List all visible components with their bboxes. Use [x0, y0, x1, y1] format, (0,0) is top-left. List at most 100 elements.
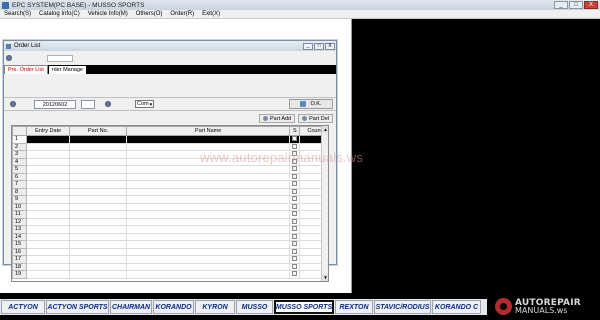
cell-entry-date[interactable] [26, 187, 71, 196]
ok-button[interactable]: O.K. [289, 99, 333, 109]
tab-pre-order-list[interactable]: Pre. Order List [4, 65, 48, 74]
cell-part-name[interactable] [126, 165, 291, 174]
table-row[interactable]: 11 [12, 210, 328, 219]
row-checkbox[interactable] [292, 218, 298, 224]
row-checkbox[interactable] [292, 143, 298, 149]
cell-part-no[interactable] [69, 262, 128, 271]
column-header-part-name[interactable]: Part Name [126, 126, 291, 136]
cell-entry-date[interactable] [26, 255, 71, 264]
cell-part-name[interactable] [126, 240, 291, 249]
cell-part-no[interactable] [69, 180, 128, 189]
row-checkbox[interactable] [292, 256, 298, 262]
row-select-cell[interactable] [289, 210, 301, 219]
row-select-cell[interactable] [289, 270, 301, 279]
close-button[interactable]: X [584, 1, 598, 9]
vehicle-tab-chairman[interactable]: CHAIRMAN [110, 300, 152, 314]
column-header-entry-date[interactable]: Entry Date [26, 126, 71, 136]
row-select-cell[interactable] [289, 135, 301, 144]
cell-part-name[interactable] [126, 225, 291, 234]
table-row[interactable]: 19 [12, 270, 328, 279]
cell-part-no[interactable] [69, 240, 128, 249]
combo-select[interactable]: Com ▼ [135, 100, 154, 108]
cell-part-no[interactable] [69, 135, 128, 144]
cell-part-name[interactable] [126, 187, 291, 196]
child-minimize-button[interactable]: _ [303, 42, 313, 50]
child-maximize-button[interactable]: □ [314, 42, 324, 50]
part-del-button[interactable]: Part Del [298, 114, 333, 123]
row-checkbox[interactable] [292, 271, 298, 277]
cell-entry-date[interactable] [26, 240, 71, 249]
row-select-cell[interactable] [289, 172, 301, 181]
vehicle-tab-actyon[interactable]: ACTYON [1, 300, 45, 314]
cell-entry-date[interactable] [26, 150, 71, 159]
row-checkbox[interactable] [292, 233, 298, 239]
cell-part-no[interactable] [69, 217, 128, 226]
row-checkbox[interactable] [292, 196, 298, 202]
row-select-cell[interactable] [289, 225, 301, 234]
menu-others[interactable]: Others(O) [132, 11, 167, 17]
scroll-down-icon[interactable]: ▼ [322, 274, 328, 281]
tab-order-manage[interactable]: rder Manage [48, 66, 86, 74]
cell-part-name[interactable] [126, 180, 291, 189]
cell-part-name[interactable] [126, 195, 291, 204]
vehicle-tab-rexton[interactable]: REXTON [335, 300, 373, 314]
cell-part-no[interactable] [69, 225, 128, 234]
secondary-field[interactable] [81, 99, 95, 109]
table-row[interactable]: 18 [12, 262, 328, 271]
maximize-button[interactable]: □ [569, 1, 583, 9]
cell-part-no[interactable] [69, 187, 128, 196]
vehicle-tab-musso[interactable]: MUSSO [236, 300, 273, 314]
table-row[interactable]: 13 [12, 225, 328, 234]
vehicle-tab-kyron[interactable]: KYRON [195, 300, 235, 314]
row-checkbox[interactable] [292, 181, 298, 187]
row-checkbox[interactable] [292, 166, 298, 172]
row-checkbox[interactable] [292, 203, 298, 209]
cell-part-no[interactable] [69, 202, 128, 211]
row-select-cell[interactable] [289, 262, 301, 271]
cell-entry-date[interactable] [26, 195, 71, 204]
table-row[interactable]: 6 [12, 172, 328, 181]
row-select-cell[interactable] [289, 240, 301, 249]
table-row[interactable]: 17 [12, 255, 328, 264]
column-header-s[interactable]: S [289, 126, 301, 136]
cell-part-no[interactable] [69, 210, 128, 219]
cell-entry-date[interactable] [26, 247, 71, 256]
row-select-cell[interactable] [289, 217, 301, 226]
date-field[interactable]: 20120602 [34, 99, 76, 109]
row-select-cell[interactable] [289, 195, 301, 204]
cell-part-no[interactable] [69, 157, 128, 166]
cell-entry-date[interactable] [26, 135, 71, 144]
cell-part-name[interactable] [126, 232, 291, 241]
row-select-cell[interactable] [289, 165, 301, 174]
cell-part-no[interactable] [69, 270, 128, 279]
cell-part-name[interactable] [126, 262, 291, 271]
cell-part-no[interactable] [69, 247, 128, 256]
column-header-part-no[interactable]: Part No. [69, 126, 128, 136]
cell-entry-date[interactable] [26, 202, 71, 211]
row-select-cell[interactable] [289, 180, 301, 189]
row-select-cell[interactable] [289, 187, 301, 196]
cell-part-name[interactable] [126, 270, 291, 279]
table-row[interactable]: 12 [12, 217, 328, 226]
table-row[interactable]: 8 [12, 187, 328, 196]
cell-entry-date[interactable] [26, 232, 71, 241]
cell-entry-date[interactable] [26, 210, 71, 219]
cell-part-no[interactable] [69, 165, 128, 174]
cell-part-no[interactable] [69, 150, 128, 159]
cell-entry-date[interactable] [26, 262, 71, 271]
vehicle-tab-korando[interactable]: KORANDO [153, 300, 194, 314]
row-checkbox[interactable] [292, 188, 298, 194]
row-checkbox[interactable] [292, 211, 298, 217]
row-checkbox[interactable] [292, 263, 298, 269]
cell-entry-date[interactable] [26, 142, 71, 151]
child-close-button[interactable]: X [325, 42, 335, 50]
cell-part-no[interactable] [69, 255, 128, 264]
row-select-cell[interactable] [289, 247, 301, 256]
row-select-cell[interactable] [289, 255, 301, 264]
cell-part-no[interactable] [69, 142, 128, 151]
table-row[interactable]: 9 [12, 195, 328, 204]
vehicle-tab-korando-c[interactable]: KORANDO C [432, 300, 481, 314]
vehicle-tab-stavic-rodius[interactable]: STAVIC/RODIUS [374, 300, 431, 314]
vehicle-tab-actyon-sports[interactable]: ACTYON SPORTS [46, 300, 109, 314]
cell-part-no[interactable] [69, 172, 128, 181]
